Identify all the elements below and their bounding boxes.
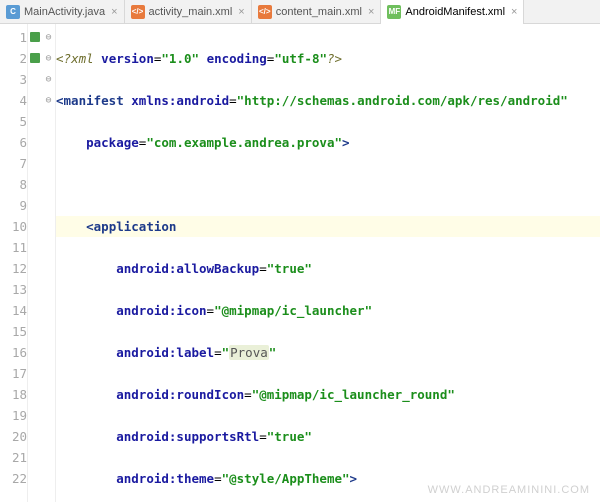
close-icon[interactable]: × <box>238 6 244 18</box>
fold-gutter: ⊖⊖⊖⊖ <box>42 24 56 502</box>
editor[interactable]: 12345678910111213141516171819202122 ⊖⊖⊖⊖… <box>0 24 600 502</box>
tab-content-main[interactable]: </> content_main.xml × <box>252 0 382 24</box>
fold-toggle-icon[interactable]: ⊖ <box>42 48 55 69</box>
fold-toggle-icon[interactable]: ⊖ <box>42 90 55 111</box>
watermark-text: WWW.ANDREAMININI.COM <box>428 484 590 496</box>
code-content[interactable]: <?xml version="1.0" encoding="utf-8"?> <… <box>56 24 600 502</box>
close-icon[interactable]: × <box>368 6 374 18</box>
tab-activity-main[interactable]: </> activity_main.xml × <box>125 0 252 24</box>
fold-toggle-icon[interactable]: ⊖ <box>42 27 55 48</box>
tab-mainactivity[interactable]: C MainActivity.java × <box>0 0 125 24</box>
tab-bar: C MainActivity.java × </> activity_main.… <box>0 0 600 24</box>
tab-label: AndroidManifest.xml <box>405 6 505 18</box>
bookmark-icon[interactable] <box>30 53 40 63</box>
fold-toggle-icon[interactable]: ⊖ <box>42 69 55 90</box>
tab-label: content_main.xml <box>276 6 362 18</box>
xml-file-icon: </> <box>258 5 272 19</box>
tab-label: MainActivity.java <box>24 6 105 18</box>
close-icon[interactable]: × <box>111 6 117 18</box>
manifest-file-icon: MF <box>387 5 401 19</box>
tab-label: activity_main.xml <box>149 6 233 18</box>
close-icon[interactable]: × <box>511 6 517 18</box>
java-file-icon: C <box>6 5 20 19</box>
marker-gutter <box>28 24 42 502</box>
bookmark-icon[interactable] <box>30 32 40 42</box>
xml-file-icon: </> <box>131 5 145 19</box>
line-number-gutter: 12345678910111213141516171819202122 <box>0 24 28 502</box>
tab-android-manifest[interactable]: MF AndroidManifest.xml × <box>381 0 524 24</box>
